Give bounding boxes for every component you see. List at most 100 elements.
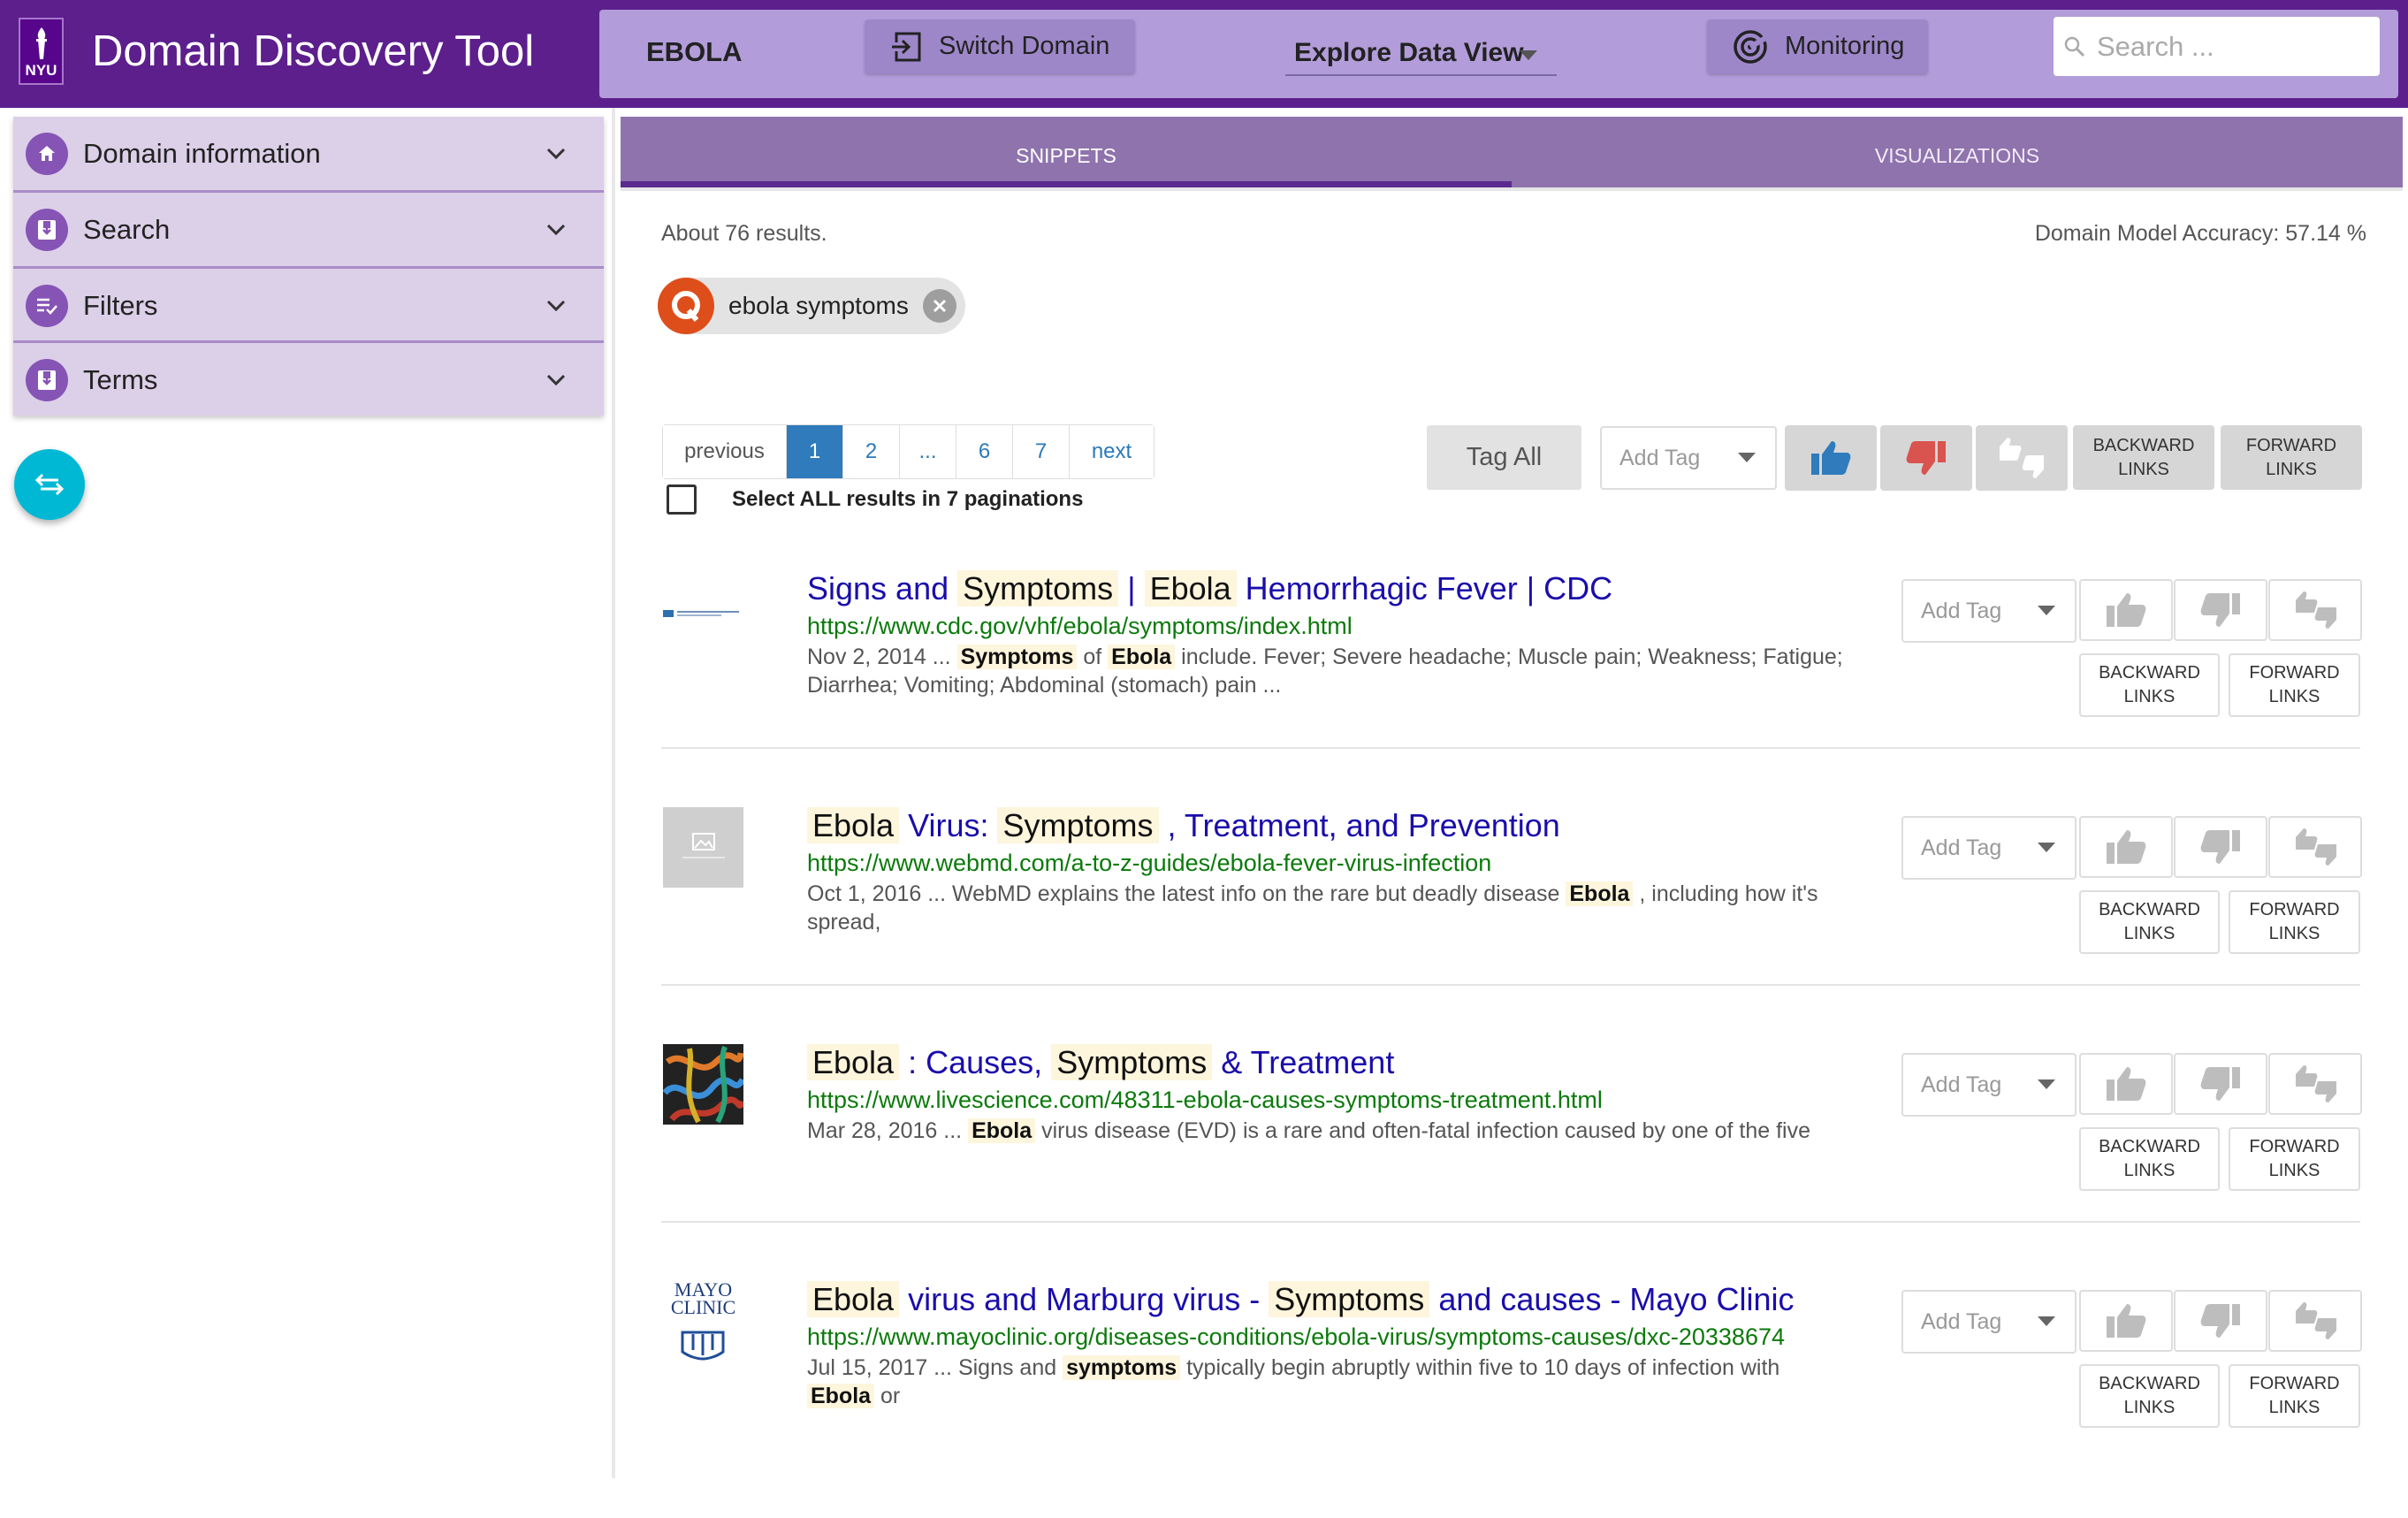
chevron-down-icon: [546, 224, 566, 236]
result-add-tag-dropdown[interactable]: Add Tag: [1901, 816, 2077, 880]
header-toolbar: EBOLA Switch Domain Explore Data View Mo…: [599, 10, 2398, 98]
text-segment: virus disease (EVD) is a rare and often-…: [1041, 1118, 1811, 1143]
header-search-box[interactable]: [2054, 17, 2380, 76]
highlighted-term: Ebola: [1144, 570, 1237, 606]
result-neutral-button[interactable]: [2268, 816, 2362, 878]
save-icon: [26, 209, 68, 251]
dropdown-caret-icon: [1520, 50, 1537, 60]
thumbs-down-icon: [1906, 441, 1946, 475]
result-url[interactable]: https://www.mayoclinic.org/diseases-cond…: [807, 1323, 1785, 1351]
highlighted-term: Symptoms: [997, 807, 1159, 843]
result-neutral-button[interactable]: [2268, 579, 2362, 641]
text-segment: Mar 28, 2016 ...: [807, 1118, 963, 1143]
sidebar-item-domain-information[interactable]: Domain information: [13, 117, 604, 191]
tab-snippets[interactable]: SNIPPETS: [621, 117, 1512, 187]
pagination-page[interactable]: 7: [1013, 425, 1070, 478]
result-irrelevant-button[interactable]: [2174, 579, 2267, 641]
bulk-neutral-button[interactable]: [1976, 425, 2068, 491]
result-title-link[interactable]: Signs and Symptoms | Ebola Hemorrhagic F…: [807, 570, 1612, 607]
sidebar-item-label: Terms: [83, 364, 158, 395]
tab-label: VISUALIZATIONS: [1874, 144, 2040, 167]
tag-all-button[interactable]: Tag All: [1427, 425, 1581, 490]
sidebar-panel: Domain information Search Filters Terms: [13, 117, 604, 416]
result-snippet: Oct 1, 2016 ... WebMD explains the lates…: [807, 880, 1850, 936]
result-irrelevant-button[interactable]: [2174, 1290, 2267, 1352]
result-divider: [661, 1221, 2360, 1223]
result-forward-links-button[interactable]: FORWARD LINKS: [2229, 890, 2360, 954]
pagination-previous[interactable]: previous: [663, 425, 787, 478]
view-tabs: SNIPPETS VISUALIZATIONS: [621, 117, 2403, 187]
swap-view-fab[interactable]: [14, 449, 85, 520]
tab-label: SNIPPETS: [1016, 144, 1116, 167]
bulk-forward-links-button[interactable]: FORWARD LINKS: [2221, 425, 2362, 490]
result-url[interactable]: https://www.webmd.com/a-to-z-guides/ebol…: [807, 850, 1491, 877]
pagination-page[interactable]: 6: [956, 425, 1013, 478]
result-backward-links-button[interactable]: BACKWARD LINKS: [2079, 890, 2220, 954]
sidebar-item-search[interactable]: Search: [13, 193, 604, 267]
result-forward-links-button[interactable]: FORWARD LINKS: [2229, 1364, 2360, 1428]
explore-data-view-dropdown[interactable]: Explore Data View: [1285, 31, 1557, 76]
save-icon: [26, 359, 68, 401]
query-chip: ebola symptoms: [658, 278, 965, 334]
result-neutral-button[interactable]: [2268, 1290, 2362, 1352]
button-label-line: FORWARD: [2249, 1137, 2340, 1156]
button-label-line: BACKWARD: [2099, 1374, 2200, 1393]
result-backward-links-button[interactable]: BACKWARD LINKS: [2079, 653, 2220, 717]
button-label-line: LINKS: [2123, 924, 2176, 943]
result-title-link[interactable]: Ebola : Causes, Symptoms & Treatment: [807, 1044, 1394, 1081]
result-relevant-button[interactable]: [2079, 1290, 2173, 1352]
text-segment: Virus:: [908, 807, 989, 843]
text-segment: of: [1083, 645, 1102, 669]
text-segment: and causes - Mayo Clinic: [1438, 1281, 1795, 1317]
add-tag-label: Add Tag: [1921, 1072, 2002, 1097]
switch-domain-button[interactable]: Switch Domain: [865, 19, 1135, 73]
pagination-next[interactable]: next: [1070, 425, 1154, 478]
sidebar-item-filters[interactable]: Filters: [13, 269, 604, 343]
text-segment: Nov 2, 2014 ...: [807, 645, 951, 669]
pagination-page[interactable]: 2: [843, 425, 900, 478]
bulk-backward-links-button[interactable]: BACKWARD LINKS: [2073, 425, 2214, 490]
result-title-link[interactable]: Ebola virus and Marburg virus - Symptoms…: [807, 1281, 1794, 1318]
bulk-add-tag-dropdown[interactable]: Add Tag: [1600, 426, 1777, 490]
button-label-line: BACKWARD: [2099, 1137, 2200, 1156]
text-segment: Signs and: [807, 570, 949, 606]
sidebar-item-label: Search: [83, 214, 171, 245]
result-snippet: Mar 28, 2016 ... Ebola virus disease (EV…: [807, 1117, 1850, 1145]
result-relevant-button[interactable]: [2079, 1053, 2173, 1115]
result-url[interactable]: https://www.cdc.gov/vhf/ebola/symptoms/i…: [807, 613, 1353, 640]
result-backward-links-button[interactable]: BACKWARD LINKS: [2079, 1364, 2220, 1428]
sidebar-item-label: Domain information: [83, 138, 321, 169]
result-relevant-button[interactable]: [2079, 816, 2173, 878]
result-forward-links-button[interactable]: FORWARD LINKS: [2229, 653, 2360, 717]
result-add-tag-dropdown[interactable]: Add Tag: [1901, 579, 2077, 643]
pagination-ellipsis[interactable]: ...: [900, 425, 956, 478]
monitoring-label: Monitoring: [1785, 32, 1905, 60]
result-add-tag-dropdown[interactable]: Add Tag: [1901, 1053, 2077, 1117]
sidebar-item-terms[interactable]: Terms: [13, 343, 604, 417]
bulk-relevant-button[interactable]: [1785, 425, 1877, 491]
button-label-line: BACKWARD: [2099, 663, 2200, 683]
result-irrelevant-button[interactable]: [2174, 816, 2267, 878]
monitoring-button[interactable]: Monitoring: [1707, 19, 1928, 73]
torch-icon: [36, 27, 47, 59]
result-irrelevant-button[interactable]: [2174, 1053, 2267, 1115]
button-label-line: FORWARD: [2249, 900, 2340, 919]
result-snippet: Jul 15, 2017 ... Signs and symptoms typi…: [807, 1354, 1850, 1410]
result-add-tag-dropdown[interactable]: Add Tag: [1901, 1290, 2077, 1354]
result-forward-links-button[interactable]: FORWARD LINKS: [2229, 1127, 2360, 1191]
tab-visualizations[interactable]: VISUALIZATIONS: [1512, 117, 2403, 187]
result-thumbnail: [663, 807, 743, 888]
button-label-line: LINKS: [2118, 459, 2169, 479]
result-neutral-button[interactable]: [2268, 1053, 2362, 1115]
highlighted-term: Ebola: [807, 1384, 875, 1408]
remove-query-button[interactable]: [923, 289, 956, 323]
bulk-irrelevant-button[interactable]: [1880, 425, 1972, 491]
select-all-checkbox[interactable]: [667, 484, 697, 515]
result-relevant-button[interactable]: [2079, 579, 2173, 641]
result-title-link[interactable]: Ebola Virus: Symptoms , Treatment, and P…: [807, 807, 1560, 844]
header-search-input[interactable]: [2095, 29, 2360, 64]
pagination-page[interactable]: 1: [787, 425, 843, 478]
pagination: previous 1 2 ... 6 7 next: [662, 424, 1154, 479]
result-backward-links-button[interactable]: BACKWARD LINKS: [2079, 1127, 2220, 1191]
result-url[interactable]: https://www.livescience.com/48311-ebola-…: [807, 1087, 1603, 1114]
